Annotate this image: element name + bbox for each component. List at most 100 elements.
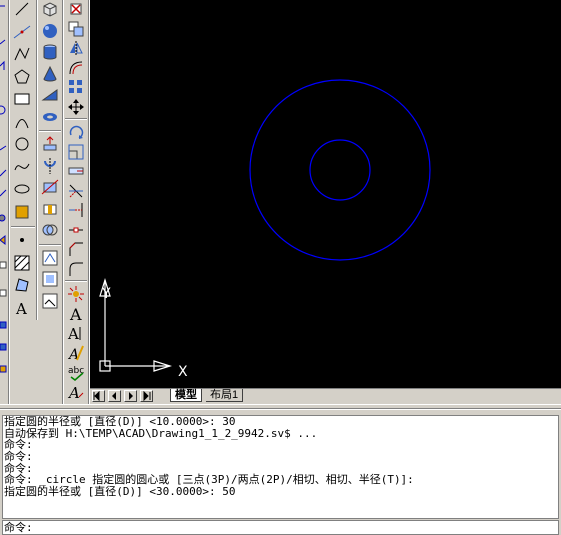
array-button[interactable] <box>67 78 85 96</box>
copy-icon <box>68 21 84 36</box>
command-window: 指定圆的半径或 [直径(D)] <10.0000>: 30 自动保存到 H:\TE… <box>0 404 561 535</box>
text-button[interactable]: A <box>13 299 31 317</box>
cone-button[interactable] <box>41 65 59 83</box>
autocad-window: A A A Aabc A Y X 模型 布局1 指定圆的半径或 [直径(D)] … <box>0 0 561 535</box>
slice-button[interactable] <box>41 178 59 196</box>
insert-block-button[interactable] <box>13 203 31 221</box>
sphere-button[interactable] <box>41 22 59 40</box>
explode-icon <box>68 286 84 302</box>
chamfer-button[interactable] <box>67 240 85 258</box>
drawing-canvas[interactable]: Y X <box>90 0 561 388</box>
spline-button[interactable] <box>13 158 31 176</box>
offset-icon <box>69 61 83 74</box>
outer-circle[interactable] <box>249 79 431 261</box>
drawing-surface: Y X <box>99 79 431 380</box>
stretch-button[interactable] <box>67 162 85 180</box>
section-button[interactable] <box>41 200 59 218</box>
revolve-icon <box>44 157 56 174</box>
scale-button[interactable] <box>67 143 85 161</box>
inner-circle[interactable] <box>309 139 371 201</box>
insert-block-icon <box>15 205 29 218</box>
copy-button[interactable] <box>67 20 85 38</box>
ellipse-button[interactable] <box>13 180 31 198</box>
setup-view-button[interactable] <box>41 270 59 288</box>
extrude-button[interactable] <box>41 135 59 153</box>
command-history-line: 命令: <box>4 450 33 464</box>
construction-line-icon <box>13 25 31 38</box>
slice-icon <box>41 179 59 195</box>
svg-text:A: A <box>69 305 82 323</box>
spell-check-button[interactable]: abc <box>67 363 85 381</box>
fillet-button[interactable] <box>67 260 85 278</box>
line-button[interactable] <box>13 0 31 18</box>
multiline-text-button[interactable]: A <box>67 305 85 323</box>
torus-button[interactable] <box>41 108 59 126</box>
text-style-button[interactable]: A <box>67 383 85 401</box>
sphere-icon <box>43 23 57 38</box>
tab-model[interactable]: 模型 <box>170 389 202 402</box>
wedge-button[interactable] <box>41 86 59 104</box>
previous-tab-button[interactable] <box>108 390 121 402</box>
explode-button[interactable] <box>67 285 85 303</box>
svg-text:A: A <box>15 300 27 317</box>
command-line-input[interactable]: 命令: <box>2 520 559 535</box>
first-tab-button[interactable] <box>92 390 105 402</box>
break-button[interactable] <box>67 221 85 239</box>
edit-text-icon: A <box>67 345 84 362</box>
arc-button[interactable] <box>13 113 31 131</box>
text-style-icon: A <box>67 384 84 401</box>
arc-icon <box>15 118 29 128</box>
construction-line-button[interactable] <box>13 23 31 41</box>
polygon-button[interactable] <box>13 68 31 86</box>
extend-button[interactable] <box>67 201 85 219</box>
trim-button[interactable] <box>67 182 85 200</box>
cylinder-icon <box>43 44 57 60</box>
edit-text-button[interactable]: A <box>67 344 85 362</box>
partial-tool-icons <box>0 5 7 373</box>
layout-tab-bar: 模型 布局1 <box>90 388 561 402</box>
point-icon <box>20 238 24 242</box>
next-tab-button[interactable] <box>124 390 137 402</box>
tab-layout1[interactable]: 布局1 <box>206 389 244 402</box>
command-history[interactable]: 指定圆的半径或 [直径(D)] <10.0000>: 30 自动保存到 H:\TE… <box>2 415 559 519</box>
toolbar-separator <box>39 130 61 132</box>
polyline-button[interactable] <box>13 45 31 63</box>
rectangle-button[interactable] <box>13 90 31 108</box>
setup-drawing-button[interactable] <box>41 249 59 267</box>
interfere-button[interactable] <box>41 221 59 239</box>
single-line-text-button[interactable]: A <box>67 324 85 342</box>
point-button[interactable] <box>13 231 31 249</box>
command-history-line: 指定圆的半径或 [直径(D)] <30.0000>: 50 <box>4 485 236 499</box>
ucs-y-label: Y <box>101 286 111 302</box>
scale-icon <box>68 144 84 159</box>
torus-icon <box>43 112 57 121</box>
section-icon <box>43 204 57 214</box>
spline-icon <box>14 163 30 170</box>
last-tab-button[interactable] <box>140 390 153 402</box>
erase-button[interactable] <box>67 0 85 18</box>
setup-profile-icon <box>42 293 58 308</box>
interfere-icon <box>42 224 58 236</box>
circle-button[interactable] <box>13 135 31 153</box>
spell-check-icon: abc <box>68 366 84 381</box>
box-button[interactable] <box>41 0 59 18</box>
erase-icon <box>70 3 82 15</box>
fillet-icon <box>69 262 83 276</box>
cylinder-button[interactable] <box>41 43 59 61</box>
toolbar-separator <box>39 243 61 246</box>
rotate-button[interactable] <box>67 123 85 141</box>
revolve-button[interactable] <box>41 157 59 175</box>
move-button[interactable] <box>67 98 85 116</box>
ucs-x-label: X <box>178 364 188 380</box>
region-button[interactable] <box>13 276 31 294</box>
mirror-button[interactable] <box>67 39 85 57</box>
command-history-line: 指定圆的半径或 [直径(D)] <10.0000>: 30 <box>4 415 236 428</box>
text-toolbar: A A Aabc A <box>64 0 88 404</box>
command-window-grip[interactable] <box>0 408 561 410</box>
setup-profile-button[interactable] <box>41 292 59 310</box>
hatch-button[interactable] <box>13 254 31 272</box>
box-icon <box>43 2 57 17</box>
circle-icon <box>15 137 29 151</box>
region-icon <box>15 278 29 292</box>
offset-button[interactable] <box>67 59 85 77</box>
